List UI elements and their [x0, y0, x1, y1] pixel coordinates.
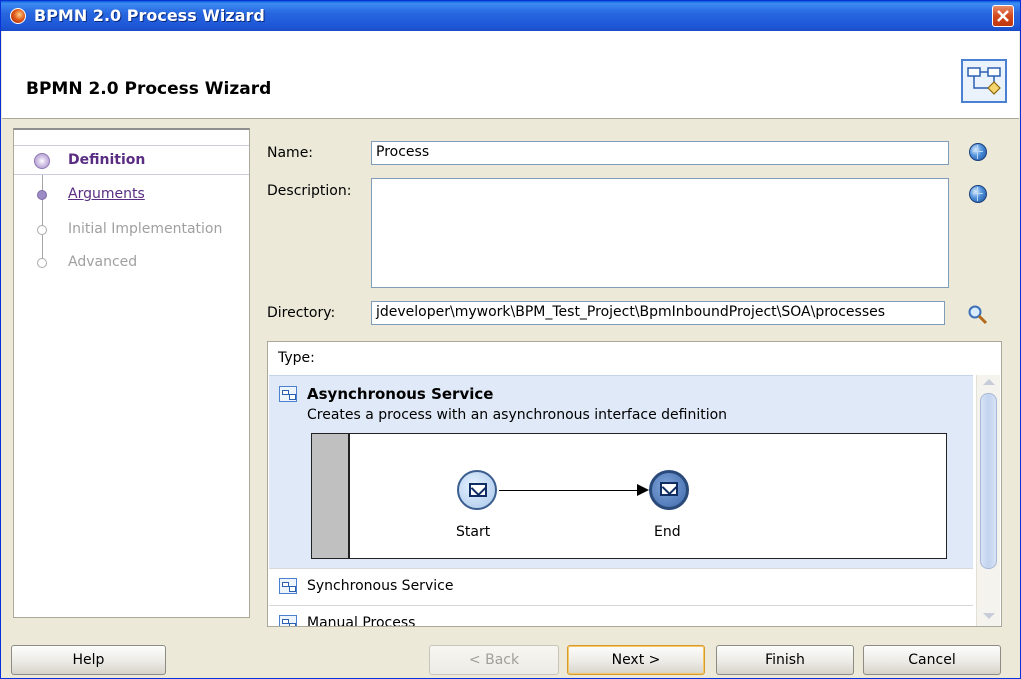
- close-button[interactable]: [992, 5, 1014, 27]
- close-icon: [997, 10, 1009, 22]
- step-advanced: Advanced: [14, 248, 249, 278]
- step-label: Arguments: [68, 186, 145, 202]
- type-label: Type:: [278, 350, 315, 366]
- scroll-up-icon[interactable]: [983, 379, 995, 385]
- steps-connector: [42, 160, 43, 262]
- start-event: [457, 470, 497, 510]
- back-button: < Back: [429, 645, 559, 675]
- translate-globe-icon[interactable]: [969, 143, 987, 161]
- process-icon: [279, 578, 297, 594]
- item-description: Creates a process with an asynchronous i…: [307, 407, 728, 423]
- oracle-app-icon: [10, 8, 26, 24]
- step-arguments[interactable]: Arguments: [14, 180, 249, 210]
- finish-button[interactable]: Finish: [716, 645, 854, 675]
- description-label: Description:: [267, 183, 352, 199]
- step-label: Definition: [68, 152, 146, 168]
- bpmn-flow-icon: [967, 67, 1001, 95]
- step-indicator-icon: [37, 225, 47, 235]
- step-initial-implementation: Initial Implementation: [14, 215, 249, 245]
- name-field[interactable]: Process: [371, 141, 949, 165]
- start-label: Start: [456, 524, 491, 540]
- end-label: End: [654, 524, 681, 540]
- scroll-thumb[interactable]: [980, 393, 997, 569]
- type-list-panel: Type: Asynchronous Service Creates a pro…: [267, 341, 1002, 627]
- step-label: Advanced: [68, 254, 138, 270]
- step-indicator-icon: [34, 153, 50, 169]
- search-icon[interactable]: [967, 304, 989, 326]
- description-field[interactable]: [371, 178, 949, 288]
- help-button[interactable]: Help: [11, 645, 166, 675]
- header-title: BPMN 2.0 Process Wizard: [26, 79, 272, 99]
- wizard-window: BPMN 2.0 Process Wizard BPMN 2.0 Process…: [0, 0, 1021, 679]
- cancel-button[interactable]: Cancel: [863, 645, 1001, 675]
- process-preview-diagram: Start End: [311, 433, 947, 559]
- directory-label: Directory:: [267, 305, 336, 321]
- name-label: Name:: [267, 145, 314, 161]
- message-envelope-icon: [660, 482, 678, 496]
- wizard-header: BPMN 2.0 Process Wizard: [2, 31, 1019, 119]
- list-item-synchronous-service[interactable]: Synchronous Service: [269, 568, 973, 605]
- step-indicator-icon: [37, 258, 47, 268]
- scroll-down-icon[interactable]: [983, 613, 995, 619]
- step-indicator-icon: [37, 190, 47, 200]
- vertical-scrollbar[interactable]: [976, 375, 1000, 626]
- process-icon: [279, 615, 297, 626]
- step-label: Initial Implementation: [68, 221, 223, 237]
- end-event: [649, 470, 689, 510]
- translate-globe-icon[interactable]: [969, 185, 987, 203]
- swimlane-header: [312, 434, 350, 558]
- step-definition[interactable]: Definition: [14, 145, 249, 175]
- directory-field[interactable]: jdeveloper\mywork\BPM_Test_Project\BpmIn…: [371, 301, 945, 325]
- arrow-head-icon: [637, 484, 649, 496]
- list-item-manual-process[interactable]: Manual Process: [269, 605, 973, 627]
- title-bar[interactable]: BPMN 2.0 Process Wizard: [1, 1, 1020, 31]
- item-title: Asynchronous Service: [307, 385, 494, 403]
- next-button[interactable]: Next >: [567, 645, 705, 675]
- list-item-asynchronous-service[interactable]: Asynchronous Service Creates a process w…: [269, 375, 973, 568]
- steps-panel: Definition Arguments Initial Implementat…: [13, 128, 250, 618]
- window-title: BPMN 2.0 Process Wizard: [34, 6, 265, 25]
- process-wizard-icon: [961, 59, 1007, 103]
- sequence-flow-line: [499, 490, 639, 491]
- item-title: Manual Process: [307, 615, 416, 627]
- process-icon: [279, 386, 297, 402]
- item-title: Synchronous Service: [307, 578, 454, 594]
- message-envelope-icon: [469, 483, 487, 497]
